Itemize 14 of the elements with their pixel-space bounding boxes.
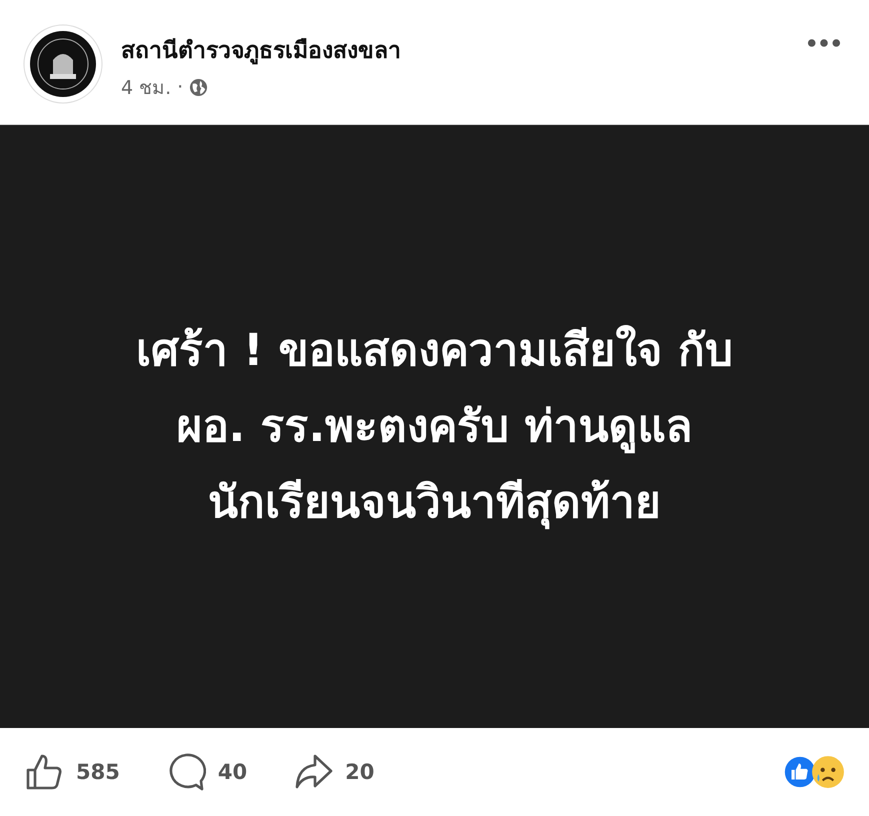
- reaction-count: 40: [218, 760, 248, 784]
- dot-separator: ·: [177, 76, 184, 98]
- police-emblem-avatar[interactable]: [23, 24, 103, 104]
- reaction-count: 20: [345, 760, 374, 784]
- more-options-icon[interactable]: [807, 38, 841, 48]
- post-image-text-line: เศร้า ! ขอแสดงความเสียใจ กับ: [136, 324, 734, 378]
- post-image-text-line: นักเรียนจนวินาทีสุดท้าย: [208, 476, 661, 532]
- reaction-count: 585: [76, 760, 120, 784]
- post-time[interactable]: 4 ชม.: [121, 72, 172, 102]
- sad-emoji-icon[interactable]: [811, 755, 845, 789]
- post-image-text-line: ผอ. รร.พะตงครับ ท่านดูแล: [176, 400, 693, 456]
- thumbs-up-icon[interactable]: [24, 752, 64, 792]
- page-name[interactable]: สถานีตำรวจภูธรเมืองสงขลา: [121, 32, 807, 68]
- globe-icon: [189, 78, 208, 96]
